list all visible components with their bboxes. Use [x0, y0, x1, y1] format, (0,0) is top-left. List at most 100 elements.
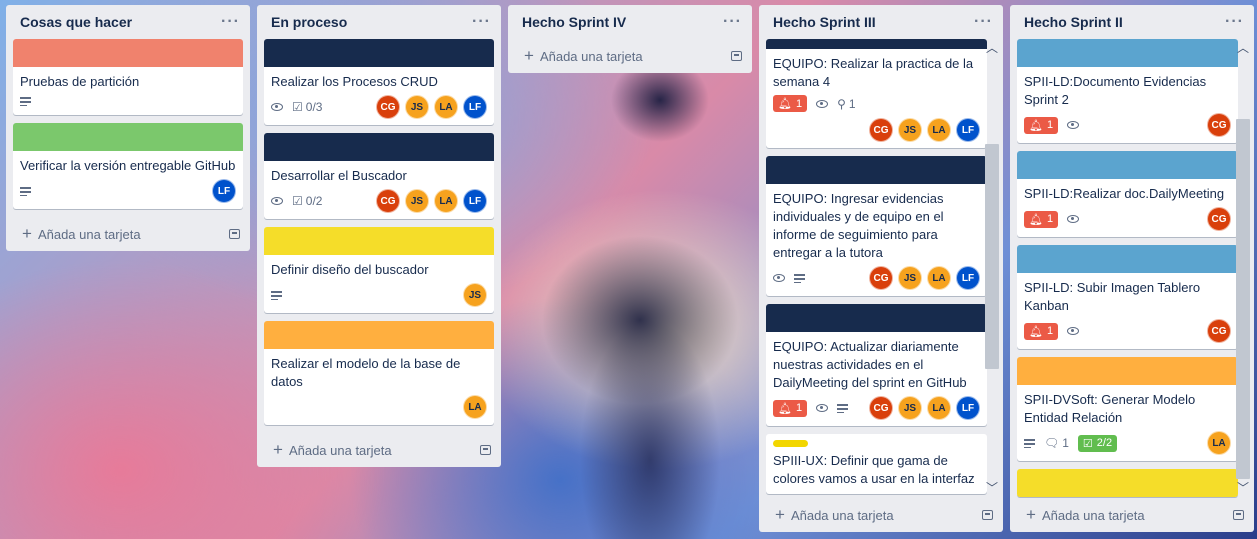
card-title: SPII-DVSoft: Generar Modelo Entidad Rela… — [1024, 392, 1196, 425]
list-title[interactable]: Hecho Sprint III — [773, 14, 876, 30]
list-menu-icon[interactable]: ··· — [974, 13, 993, 31]
description-icon — [1024, 438, 1035, 448]
template-icon[interactable] — [982, 510, 993, 520]
list-title[interactable]: En proceso — [271, 14, 347, 30]
watch-icon — [816, 404, 829, 412]
template-icon[interactable] — [480, 445, 491, 455]
avatar[interactable]: LF — [463, 189, 487, 213]
avatar[interactable]: LF — [956, 396, 980, 420]
scroll-up-icon[interactable]: ︿ — [986, 39, 998, 56]
avatar[interactable]: LF — [212, 179, 236, 203]
watch-icon — [1067, 121, 1080, 129]
list-title[interactable]: Cosas que hacer — [20, 14, 132, 30]
plus-icon: + — [524, 46, 534, 65]
card-diseno[interactable]: Definir diseño del buscador JS — [264, 227, 494, 313]
add-card-button[interactable]: + Añada una tarjeta — [6, 217, 250, 251]
avatar[interactable]: CG — [1207, 319, 1231, 343]
card-colores[interactable]: SPIII-UX: Definir que gama de colores va… — [766, 434, 987, 494]
card-kanban[interactable]: SPII-LD: Subir Imagen Tablero Kanban 🔔︎ 1… — [1017, 245, 1238, 349]
avatar[interactable]: JS — [898, 118, 922, 142]
card-title: Pruebas de partición — [20, 74, 140, 89]
notification-badge: 🔔︎ 1 — [1024, 210, 1059, 228]
card-title: EQUIPO: Ingresar evidencias individuales… — [773, 191, 944, 260]
list-title[interactable]: Hecho Sprint IV — [522, 14, 626, 30]
add-card-label: Añada una tarjeta — [1041, 508, 1145, 523]
avatar[interactable]: JS — [898, 266, 922, 290]
avatar[interactable]: LA — [927, 266, 951, 290]
card-title: SPII-LD: Subir Imagen Tablero Kanban — [1024, 280, 1201, 313]
card-cover — [1017, 39, 1238, 67]
card-label[interactable] — [773, 440, 808, 447]
checklist-count: 0/2 — [305, 194, 323, 208]
add-card-button[interactable]: + Añada una tarjeta — [257, 433, 501, 467]
avatar[interactable]: LA — [463, 395, 487, 419]
scroll-down-icon[interactable]: ﹀ — [986, 479, 998, 496]
card-crud[interactable]: Realizar los Procesos CRUD ☑ 0/3 CG JS LA… — [264, 39, 494, 125]
card-entidad[interactable]: SPII-DVSoft: Generar Modelo Entidad Rela… — [1017, 357, 1238, 461]
list-menu-icon[interactable]: ··· — [723, 13, 742, 31]
avatar[interactable]: CG — [1207, 113, 1231, 137]
list-menu-icon[interactable]: ··· — [472, 13, 491, 31]
avatar[interactable]: CG — [869, 118, 893, 142]
notification-badge: 🔔︎ 1 — [1024, 322, 1059, 340]
avatar[interactable]: LF — [956, 266, 980, 290]
card-cover — [264, 227, 494, 255]
avatar[interactable]: JS — [463, 283, 487, 307]
add-card-button[interactable]: + Añada una tarjeta — [1010, 498, 1254, 532]
list-menu-icon[interactable]: ··· — [221, 13, 240, 31]
card-title: Verificar la versión entregable GitHub — [20, 158, 236, 173]
add-card-button[interactable]: + Añada una tarjeta — [508, 39, 752, 73]
list-header: Hecho Sprint II ··· — [1010, 5, 1254, 39]
notification-badge: 🔔︎ 1 — [773, 399, 808, 417]
avatar[interactable]: CG — [869, 266, 893, 290]
card-cover — [766, 39, 987, 49]
watch-icon — [1067, 327, 1080, 335]
add-card-label: Añada una tarjeta — [790, 508, 894, 523]
avatar[interactable]: JS — [405, 189, 429, 213]
description-icon — [20, 96, 31, 106]
card-cover — [1017, 151, 1238, 179]
card-doc-daily[interactable]: SPII-LD:Realizar doc.DailyMeeting 🔔︎ 1 CG — [1017, 151, 1238, 237]
card-practica[interactable]: EQUIPO: Realizar la practica de la seman… — [766, 39, 987, 148]
template-icon[interactable] — [229, 229, 240, 239]
scrollbar-thumb[interactable] — [1236, 119, 1250, 479]
list-header: En proceso ··· — [257, 5, 501, 39]
list-inprogress: En proceso ··· Realizar los Procesos CRU… — [257, 5, 501, 467]
card-title: EQUIPO: Realizar la practica de la seman… — [773, 56, 974, 89]
avatar[interactable]: CG — [376, 189, 400, 213]
avatar[interactable]: CG — [869, 396, 893, 420]
avatar[interactable]: JS — [898, 396, 922, 420]
avatar[interactable]: LF — [956, 118, 980, 142]
checkbox-icon: ☑ — [292, 194, 303, 208]
scrollbar-thumb[interactable] — [985, 144, 999, 369]
avatar[interactable]: LA — [927, 118, 951, 142]
card-daily[interactable]: EQUIPO: Actualizar diariamente nuestras … — [766, 304, 987, 426]
avatar[interactable]: CG — [1207, 207, 1231, 231]
card-doc-evidencias[interactable]: SPII-LD:Documento Evidencias Sprint 2 🔔︎… — [1017, 39, 1238, 143]
card-partial[interactable] — [1017, 469, 1238, 497]
add-card-button[interactable]: + Añada una tarjeta — [759, 498, 1003, 532]
scroll-down-icon[interactable]: ﹀ — [1237, 479, 1249, 496]
template-icon[interactable] — [731, 51, 742, 61]
list-title[interactable]: Hecho Sprint II — [1024, 14, 1123, 30]
list-menu-icon[interactable]: ··· — [1225, 13, 1244, 31]
template-icon[interactable] — [1233, 510, 1244, 520]
card-modelo[interactable]: Realizar el modelo de la base de datos L… — [264, 321, 494, 425]
watch-icon — [271, 197, 283, 205]
card-buscador[interactable]: Desarrollar el Buscador ☑ 0/2 CG JS LA LF — [264, 133, 494, 219]
card-evidencias[interactable]: EQUIPO: Ingresar evidencias individuales… — [766, 156, 987, 296]
card-pruebas[interactable]: Pruebas de partición — [13, 39, 243, 115]
scroll-up-icon[interactable]: ︿ — [1237, 39, 1249, 56]
avatar[interactable]: LA — [434, 189, 458, 213]
card-verificar[interactable]: Verificar la versión entregable GitHub L… — [13, 123, 243, 209]
avatar[interactable]: LA — [434, 95, 458, 119]
avatar[interactable]: CG — [376, 95, 400, 119]
avatar[interactable]: JS — [405, 95, 429, 119]
watch-icon — [1067, 215, 1080, 223]
comment-badge: 🗨︎ 1 — [1044, 436, 1069, 450]
plus-icon: + — [22, 224, 32, 243]
avatar[interactable]: LF — [463, 95, 487, 119]
avatar[interactable]: LA — [927, 396, 951, 420]
avatar[interactable]: LA — [1207, 431, 1231, 455]
description-icon — [837, 403, 849, 413]
